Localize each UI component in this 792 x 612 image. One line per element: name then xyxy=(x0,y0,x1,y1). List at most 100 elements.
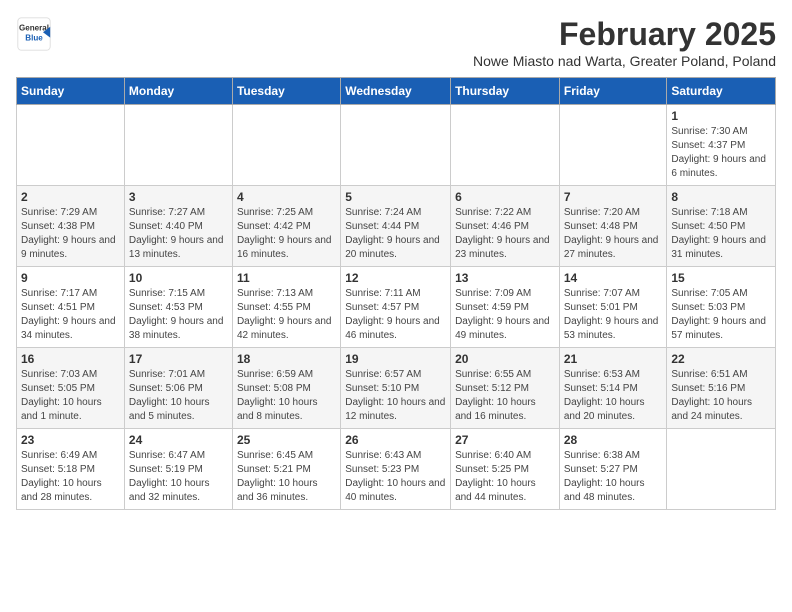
day-info: Sunrise: 7:18 AM Sunset: 4:50 PM Dayligh… xyxy=(671,206,771,262)
calendar-cell: 3Sunrise: 7:27 AM Sunset: 4:40 PM Daylig… xyxy=(124,186,232,267)
day-number: 19 xyxy=(345,352,446,366)
day-info: Sunrise: 7:29 AM Sunset: 4:38 PM Dayligh… xyxy=(21,206,120,262)
title-section: February 2025 Nowe Miasto nad Warta, Gre… xyxy=(473,16,776,69)
day-number: 3 xyxy=(129,190,228,204)
day-info: Sunrise: 6:51 AM Sunset: 5:16 PM Dayligh… xyxy=(671,368,771,424)
day-info: Sunrise: 6:59 AM Sunset: 5:08 PM Dayligh… xyxy=(237,368,336,424)
day-number: 21 xyxy=(564,352,663,366)
calendar-cell xyxy=(124,105,232,186)
day-number: 26 xyxy=(345,433,446,447)
day-info: Sunrise: 6:49 AM Sunset: 5:18 PM Dayligh… xyxy=(21,449,120,505)
day-number: 12 xyxy=(345,271,446,285)
day-number: 22 xyxy=(671,352,771,366)
svg-text:Blue: Blue xyxy=(25,33,43,42)
day-number: 6 xyxy=(455,190,555,204)
day-number: 24 xyxy=(129,433,228,447)
calendar-cell: 5 Sunrise: 7:24 AM Sunset: 4:44 PM Daylig… xyxy=(341,186,451,267)
calendar-cell: 13 Sunrise: 7:09 AM Sunset: 4:59 PM Dayli… xyxy=(451,267,560,348)
logo: General Blue xyxy=(16,16,52,52)
day-number: 25 xyxy=(237,433,336,447)
day-number: 7 xyxy=(564,190,663,204)
day-info: Sunrise: 6:47 AM Sunset: 5:19 PM Dayligh… xyxy=(129,449,228,505)
calendar-cell xyxy=(559,105,667,186)
day-number: 17 xyxy=(129,352,228,366)
main-title: February 2025 xyxy=(473,16,776,53)
calendar-cell: 15 Sunrise: 7:05 AM Sunset: 5:03 PM Dayli… xyxy=(667,267,776,348)
day-info: Sunrise: 7:05 AM Sunset: 5:03 PM Dayligh… xyxy=(671,287,771,343)
calendar-cell: 26 Sunrise: 6:43 AM Sunset: 5:23 PM Dayli… xyxy=(341,429,451,510)
day-info: Sunrise: 7:25 AM Sunset: 4:42 PM Dayligh… xyxy=(237,206,336,262)
day-info: Sunrise: 7:15 AM Sunset: 4:53 PM Dayligh… xyxy=(129,287,228,343)
day-info: Sunrise: 7:11 AM Sunset: 4:57 PM Dayligh… xyxy=(345,287,446,343)
day-info: Sunrise: 6:45 AM Sunset: 5:21 PM Dayligh… xyxy=(237,449,336,505)
day-info: Sunrise: 6:40 AM Sunset: 5:25 PM Dayligh… xyxy=(455,449,555,505)
calendar-cell: 27 Sunrise: 6:40 AM Sunset: 5:25 PM Dayli… xyxy=(451,429,560,510)
day-number: 18 xyxy=(237,352,336,366)
day-info: Sunrise: 7:13 AM Sunset: 4:55 PM Dayligh… xyxy=(237,287,336,343)
day-number: 1 xyxy=(671,109,771,123)
day-info: Sunrise: 7:03 AM Sunset: 5:05 PM Dayligh… xyxy=(21,368,120,424)
day-info: Sunrise: 7:30 AM Sunset: 4:37 PM Dayligh… xyxy=(671,125,771,181)
day-info: Sunrise: 6:38 AM Sunset: 5:27 PM Dayligh… xyxy=(564,449,663,505)
day-info: Sunrise: 7:24 AM Sunset: 4:44 PM Dayligh… xyxy=(345,206,446,262)
calendar-cell xyxy=(232,105,340,186)
weekday-header-tuesday: Tuesday xyxy=(232,78,340,105)
day-info: Sunrise: 6:57 AM Sunset: 5:10 PM Dayligh… xyxy=(345,368,446,424)
day-number: 13 xyxy=(455,271,555,285)
day-info: Sunrise: 7:17 AM Sunset: 4:51 PM Dayligh… xyxy=(21,287,120,343)
day-number: 16 xyxy=(21,352,120,366)
weekday-header-friday: Friday xyxy=(559,78,667,105)
day-info: Sunrise: 7:07 AM Sunset: 5:01 PM Dayligh… xyxy=(564,287,663,343)
day-number: 5 xyxy=(345,190,446,204)
day-number: 4 xyxy=(237,190,336,204)
day-info: Sunrise: 6:55 AM Sunset: 5:12 PM Dayligh… xyxy=(455,368,555,424)
calendar-cell: 8 Sunrise: 7:18 AM Sunset: 4:50 PM Daylig… xyxy=(667,186,776,267)
day-info: Sunrise: 7:22 AM Sunset: 4:46 PM Dayligh… xyxy=(455,206,555,262)
day-number: 27 xyxy=(455,433,555,447)
day-info: Sunrise: 6:53 AM Sunset: 5:14 PM Dayligh… xyxy=(564,368,663,424)
weekday-header-monday: Monday xyxy=(124,78,232,105)
calendar-cell: 7 Sunrise: 7:20 AM Sunset: 4:48 PM Daylig… xyxy=(559,186,667,267)
day-number: 15 xyxy=(671,271,771,285)
subtitle: Nowe Miasto nad Warta, Greater Poland, P… xyxy=(473,53,776,69)
calendar-cell xyxy=(667,429,776,510)
calendar-cell: 9 Sunrise: 7:17 AM Sunset: 4:51 PM Daylig… xyxy=(17,267,125,348)
calendar-cell: 22 Sunrise: 6:51 AM Sunset: 5:16 PM Dayli… xyxy=(667,348,776,429)
weekday-header-saturday: Saturday xyxy=(667,78,776,105)
day-number: 28 xyxy=(564,433,663,447)
weekday-header-thursday: Thursday xyxy=(451,78,560,105)
calendar-cell xyxy=(341,105,451,186)
calendar-cell: 16 Sunrise: 7:03 AM Sunset: 5:05 PM Dayli… xyxy=(17,348,125,429)
weekday-header-sunday: Sunday xyxy=(17,78,125,105)
calendar-cell: 11 Sunrise: 7:13 AM Sunset: 4:55 PM Dayli… xyxy=(232,267,340,348)
weekday-header-wednesday: Wednesday xyxy=(341,78,451,105)
day-info: Sunrise: 7:20 AM Sunset: 4:48 PM Dayligh… xyxy=(564,206,663,262)
calendar-cell: 18 Sunrise: 6:59 AM Sunset: 5:08 PM Dayli… xyxy=(232,348,340,429)
day-info: Sunrise: 7:01 AM Sunset: 5:06 PM Dayligh… xyxy=(129,368,228,424)
calendar-cell: 23 Sunrise: 6:49 AM Sunset: 5:18 PM Dayli… xyxy=(17,429,125,510)
day-info: Sunrise: 7:09 AM Sunset: 4:59 PM Dayligh… xyxy=(455,287,555,343)
calendar-cell: 20 Sunrise: 6:55 AM Sunset: 5:12 PM Dayli… xyxy=(451,348,560,429)
calendar-cell: 4 Sunrise: 7:25 AM Sunset: 4:42 PM Daylig… xyxy=(232,186,340,267)
calendar-cell: 17 Sunrise: 7:01 AM Sunset: 5:06 PM Dayli… xyxy=(124,348,232,429)
calendar-cell: 24 Sunrise: 6:47 AM Sunset: 5:19 PM Dayli… xyxy=(124,429,232,510)
day-number: 2 xyxy=(21,190,120,204)
day-number: 11 xyxy=(237,271,336,285)
day-number: 8 xyxy=(671,190,771,204)
day-number: 9 xyxy=(21,271,120,285)
day-number: 14 xyxy=(564,271,663,285)
calendar: SundayMondayTuesdayWednesdayThursdayFrid… xyxy=(16,77,776,510)
calendar-cell: 1 Sunrise: 7:30 AM Sunset: 4:37 PM Daylig… xyxy=(667,105,776,186)
day-number: 20 xyxy=(455,352,555,366)
calendar-cell: 19 Sunrise: 6:57 AM Sunset: 5:10 PM Dayli… xyxy=(341,348,451,429)
day-info: Sunrise: 6:43 AM Sunset: 5:23 PM Dayligh… xyxy=(345,449,446,505)
calendar-cell: 28 Sunrise: 6:38 AM Sunset: 5:27 PM Dayli… xyxy=(559,429,667,510)
day-number: 23 xyxy=(21,433,120,447)
logo-icon: General Blue xyxy=(16,16,52,52)
calendar-cell: 14 Sunrise: 7:07 AM Sunset: 5:01 PM Dayli… xyxy=(559,267,667,348)
calendar-cell: 2 Sunrise: 7:29 AM Sunset: 4:38 PM Daylig… xyxy=(17,186,125,267)
calendar-cell: 12 Sunrise: 7:11 AM Sunset: 4:57 PM Dayli… xyxy=(341,267,451,348)
calendar-cell: 10Sunrise: 7:15 AM Sunset: 4:53 PM Dayli… xyxy=(124,267,232,348)
svg-text:General: General xyxy=(19,23,49,32)
calendar-cell: 6 Sunrise: 7:22 AM Sunset: 4:46 PM Daylig… xyxy=(451,186,560,267)
